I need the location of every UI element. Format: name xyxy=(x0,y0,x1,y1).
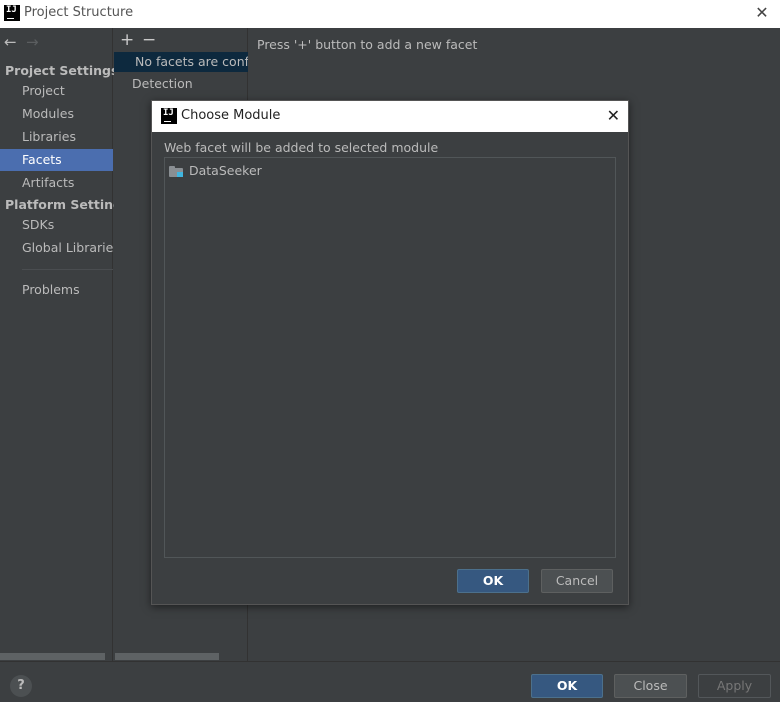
facets-toolbar: + − xyxy=(120,30,164,50)
sidebar-item-global-libraries[interactable]: Global Libraries xyxy=(0,237,113,259)
choose-module-dialog: IJ Choose Module ✕ Web facet will be add… xyxy=(151,100,629,605)
apply-button[interactable]: Apply xyxy=(698,674,771,698)
platform-settings-heading: Platform Settings xyxy=(5,197,130,212)
back-arrow-icon[interactable]: ← xyxy=(4,33,26,51)
facets-empty-row[interactable]: No facets are configured xyxy=(114,52,248,72)
sidebar-item-facets[interactable]: Facets xyxy=(0,149,113,171)
dialog-close-icon[interactable]: ✕ xyxy=(607,106,620,125)
window-close-icon[interactable]: ✕ xyxy=(754,3,770,22)
sidebar-item-sdks[interactable]: SDKs xyxy=(0,214,113,236)
nav-arrows: ← → xyxy=(4,33,48,51)
sidebar-item-project[interactable]: Project xyxy=(0,80,113,102)
dialog-message: Web facet will be added to selected modu… xyxy=(164,140,439,155)
window-title: Project Structure xyxy=(24,5,134,20)
dialog-titlebar: IJ Choose Module ✕ xyxy=(152,101,628,132)
close-button[interactable]: Close xyxy=(614,674,687,698)
sidebar-item-artifacts[interactable]: Artifacts xyxy=(0,172,113,194)
forward-arrow-icon[interactable]: → xyxy=(26,33,48,51)
module-list[interactable]: DataSeeker xyxy=(164,157,616,558)
module-folder-icon xyxy=(169,166,183,177)
sidebar-item-modules[interactable]: Modules xyxy=(0,103,113,125)
dialog-ok-button[interactable]: OK xyxy=(457,569,529,593)
add-facet-icon[interactable]: + xyxy=(120,30,142,50)
dialog-title: Choose Module xyxy=(181,108,281,123)
sidebar-horizontal-scrollbar[interactable] xyxy=(0,653,105,660)
facets-horizontal-scrollbar[interactable] xyxy=(115,653,219,660)
settings-sidebar: ← → Project Settings Project Modules Libr… xyxy=(0,28,129,661)
module-name: DataSeeker xyxy=(189,163,262,178)
dialog-footer: ? OK Close Apply xyxy=(0,661,780,702)
sidebar-item-problems[interactable]: Problems xyxy=(0,279,113,301)
intellij-logo-icon: IJ xyxy=(4,5,20,21)
remove-facet-icon[interactable]: − xyxy=(142,30,164,50)
detection-item[interactable]: Detection xyxy=(132,76,193,91)
help-icon[interactable]: ? xyxy=(10,675,32,697)
window-titlebar: IJ Project Structure ✕ xyxy=(0,0,780,28)
sidebar-divider xyxy=(22,269,113,270)
sidebar-item-libraries[interactable]: Libraries xyxy=(0,126,113,148)
intellij-logo-icon: IJ xyxy=(161,108,177,124)
dialog-cancel-button[interactable]: Cancel xyxy=(541,569,613,593)
project-settings-heading: Project Settings xyxy=(5,63,119,78)
ok-button[interactable]: OK xyxy=(531,674,603,698)
add-facet-hint: Press '+' button to add a new facet xyxy=(257,37,478,52)
